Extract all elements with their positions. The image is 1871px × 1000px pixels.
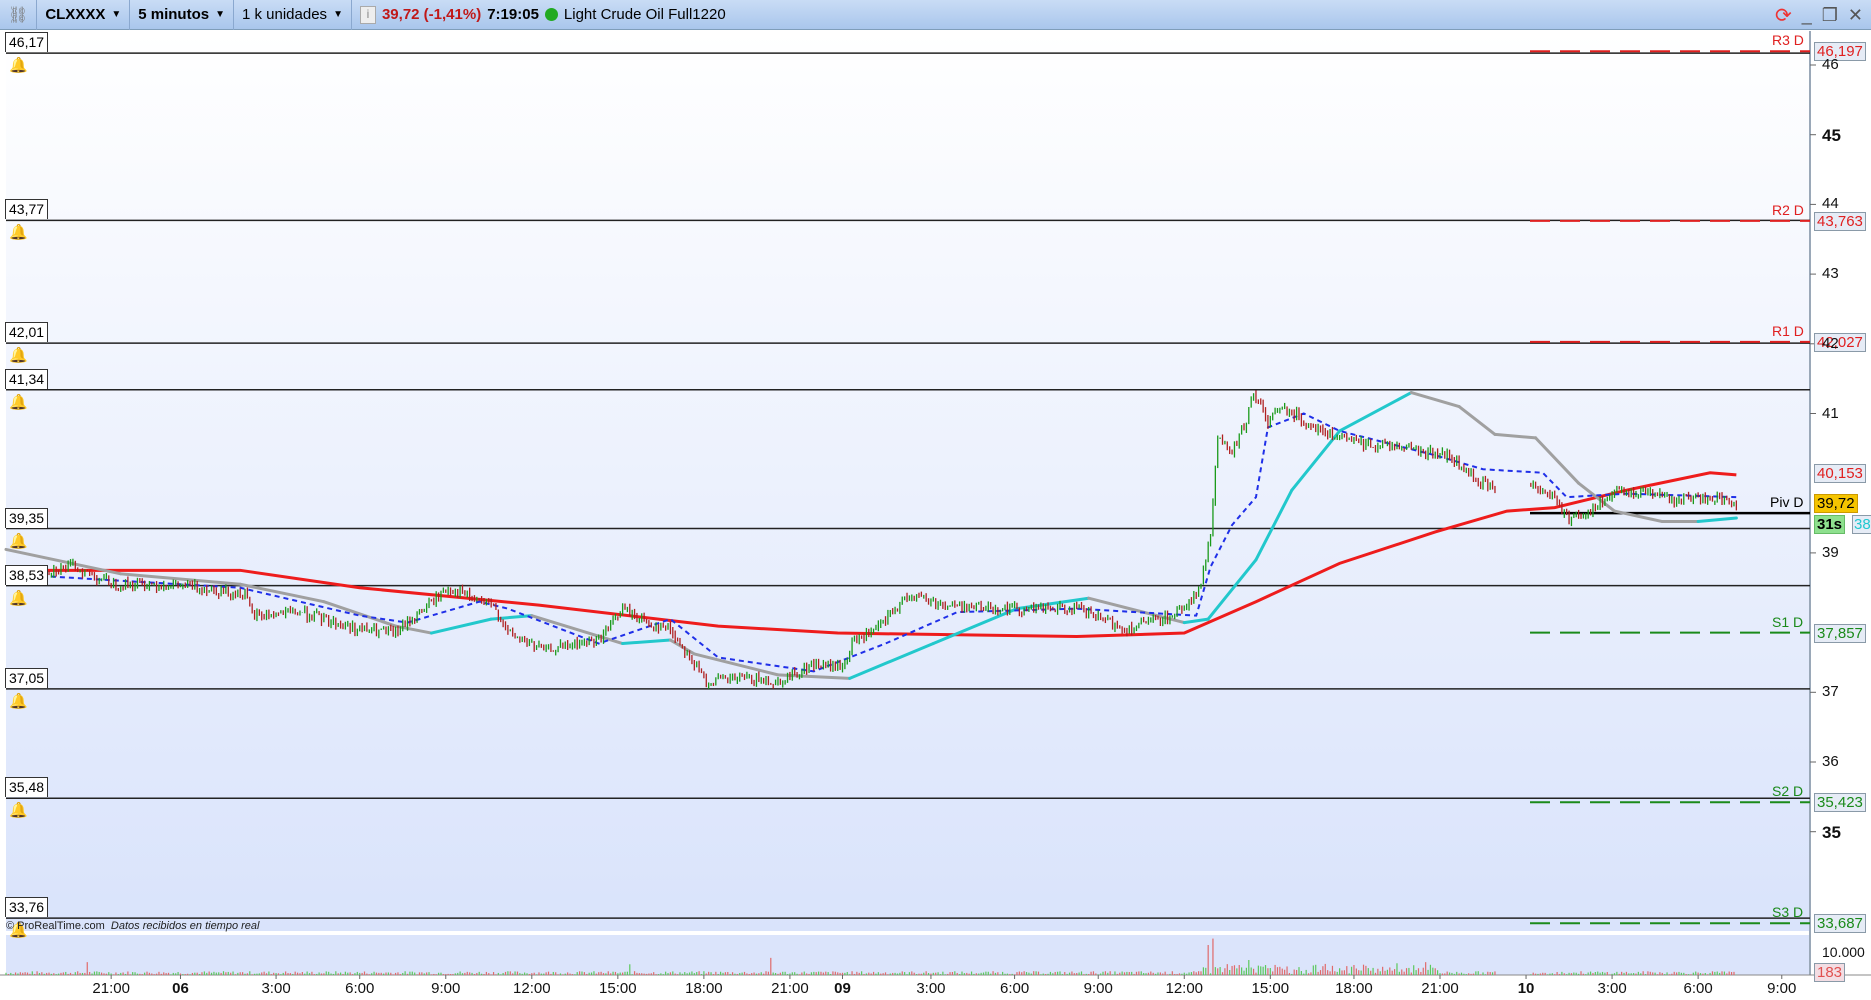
x-tick-label: 10 xyxy=(1517,980,1535,997)
x-tick-label: 09 xyxy=(834,980,851,997)
feed-status: Datos recibidos en tiempo real xyxy=(110,920,260,932)
price-level-label[interactable]: 39,35 xyxy=(5,507,49,528)
price-level-label[interactable]: 38,53 xyxy=(5,564,49,585)
pivot-label: R2 D xyxy=(1772,201,1804,218)
x-tick-label: 06 xyxy=(172,980,189,997)
x-tick-label: 21:00 xyxy=(771,980,809,997)
y-tick-label: 44 xyxy=(1822,195,1839,213)
y-tick-label: 37 xyxy=(1822,683,1839,701)
x-tick-label: 15:00 xyxy=(599,980,637,997)
y-tick-label: 39 xyxy=(1822,543,1839,561)
x-tick-label: 3:00 xyxy=(1597,980,1627,997)
restore-button[interactable]: ❐ xyxy=(1822,5,1838,26)
alert-bell-icon[interactable]: 🔔 xyxy=(9,393,28,413)
cyan-value-box: 38 xyxy=(1852,514,1871,534)
last-volume-box: 183 xyxy=(1814,963,1846,982)
x-tick-label: 18:00 xyxy=(1335,980,1373,997)
volume-tick-label: 10.000 xyxy=(1822,944,1865,960)
plot-background xyxy=(6,31,1810,931)
y-tick-label: 45 xyxy=(1822,125,1841,145)
toolbar: ⛓ CLXXXX ▼ 5 minutos ▼ 1 k unidades ▼ i 39,… xyxy=(0,0,1871,30)
pivot-label: Piv D xyxy=(1770,494,1804,511)
clock-time: 7:19:05 xyxy=(487,6,539,23)
price-level-label[interactable]: 46,17 xyxy=(5,32,49,53)
pivot-label: R1 D xyxy=(1772,322,1804,339)
copyright: © ProRealTime.com xyxy=(6,920,105,932)
y-tick-label: 43 xyxy=(1822,265,1839,283)
x-tick-label: 21:00 xyxy=(92,980,130,997)
timeframe-selector[interactable]: 5 minutos ▼ xyxy=(130,0,234,30)
x-tick-label: 12:00 xyxy=(513,980,551,997)
instrument-name: Light Crude Oil Full1220 xyxy=(563,6,726,23)
y-tick-label: 41 xyxy=(1822,404,1839,422)
pivot-value-box: 35,423 xyxy=(1814,793,1866,813)
pivot-value-box: 37,857 xyxy=(1814,623,1866,643)
info-icon[interactable]: i xyxy=(359,5,376,24)
alert-bell-icon[interactable]: 🔔 xyxy=(9,692,28,712)
x-tick-label: 6:00 xyxy=(1683,980,1713,997)
x-tick-label: 9:00 xyxy=(431,980,461,997)
countdown-box: 31s xyxy=(1814,514,1846,534)
price-level-label[interactable]: 33,76 xyxy=(5,897,49,918)
x-tick-label: 3:00 xyxy=(261,980,291,997)
x-tick-label: 6:00 xyxy=(999,980,1030,997)
alert-bell-icon[interactable]: 🔔 xyxy=(9,56,28,76)
footer: © ProRealTime.com Datos recibidos en tie… xyxy=(6,920,259,932)
x-tick-label: 15:00 xyxy=(1251,980,1290,997)
price-level-label[interactable]: 37,05 xyxy=(5,667,49,688)
units-selector[interactable]: 1 k unidades ▼ xyxy=(234,0,352,30)
minimize-button[interactable]: _ xyxy=(1802,5,1812,26)
units-label: 1 k unidades xyxy=(241,6,328,23)
price-level-label[interactable]: 35,48 xyxy=(5,777,49,798)
last-price-box: 39,72 xyxy=(1814,493,1858,513)
x-tick-label: 3:00 xyxy=(916,980,946,997)
alert-bell-icon[interactable]: 🔔 xyxy=(9,801,28,821)
x-tick-label: 21:00 xyxy=(1421,980,1459,997)
pivot-value-box: 43,763 xyxy=(1814,211,1866,231)
alert-bell-icon[interactable]: 🔔 xyxy=(9,223,28,243)
x-tick-label: 9:00 xyxy=(1083,980,1113,997)
price-level-label[interactable]: 43,77 xyxy=(5,199,49,220)
y-tick-label: 42 xyxy=(1822,334,1839,352)
timeframe-label: 5 minutos xyxy=(138,6,210,23)
y-tick-label: 46 xyxy=(1822,56,1839,73)
status-dot-icon xyxy=(544,8,558,21)
x-tick-label: 9:00 xyxy=(1767,980,1797,997)
link-icon[interactable]: ⛓ xyxy=(0,0,38,30)
chevron-down-icon: ▼ xyxy=(333,9,343,20)
price-level-label[interactable]: 42,01 xyxy=(5,322,49,343)
alert-bell-icon[interactable]: 🔔 xyxy=(9,532,28,552)
pivot-label: R3 D xyxy=(1772,32,1804,49)
price-change: 39,72 (-1,41%) xyxy=(381,6,482,23)
refresh-icon[interactable]: ⟳ xyxy=(1775,3,1792,28)
alert-bell-icon[interactable]: 🔔 xyxy=(9,346,28,366)
symbol-selector[interactable]: CLXXXX ▼ xyxy=(37,0,131,30)
pivot-label: S1 D xyxy=(1772,613,1804,630)
y-tick-label: 36 xyxy=(1822,753,1839,770)
x-tick-label: 18:00 xyxy=(685,980,723,997)
volume-panel xyxy=(6,935,1810,975)
chevron-down-icon: ▼ xyxy=(215,9,225,20)
symbol-label: CLXXXX xyxy=(45,6,106,23)
x-tick-label: 12:00 xyxy=(1165,980,1204,997)
price-level-label[interactable]: 41,34 xyxy=(5,368,49,389)
close-button[interactable]: ✕ xyxy=(1848,5,1863,26)
pivot-label: S3 D xyxy=(1772,904,1804,921)
y-tick-label: 35 xyxy=(1822,822,1841,842)
chevron-down-icon: ▼ xyxy=(111,9,122,20)
price-chart[interactable] xyxy=(0,31,1871,1000)
alert-bell-icon[interactable]: 🔔 xyxy=(9,589,28,609)
pivot-label: S2 D xyxy=(1772,783,1804,800)
x-tick-label: 6:00 xyxy=(345,980,375,997)
pivot-value-box: 33,687 xyxy=(1814,914,1866,934)
ma-value-box: 40,153 xyxy=(1814,463,1866,483)
